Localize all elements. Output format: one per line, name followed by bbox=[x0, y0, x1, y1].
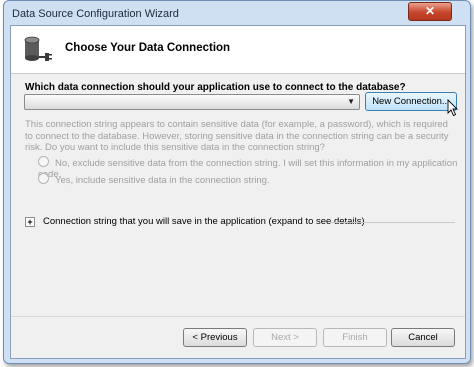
window-title: Data Source Configuration Wizard bbox=[12, 8, 179, 20]
plus-icon[interactable]: + bbox=[25, 217, 35, 227]
wizard-window: Data Source Configuration Wizard ✕ Choos… bbox=[3, 0, 471, 364]
expander-label: Connection string that you will save in … bbox=[43, 216, 365, 227]
cancel-button[interactable]: Cancel bbox=[391, 328, 455, 347]
new-connection-button[interactable]: New Connection... bbox=[365, 92, 457, 111]
data-connection-combobox[interactable]: ▼ bbox=[24, 94, 360, 110]
radio-button[interactable] bbox=[38, 173, 49, 184]
connection-question-label: Which data connection should your applic… bbox=[25, 82, 406, 93]
finish-button[interactable]: Finish bbox=[323, 328, 387, 347]
next-button[interactable]: Next > bbox=[253, 328, 317, 347]
title-bar: Data Source Configuration Wizard ✕ bbox=[4, 1, 470, 25]
page-title: Choose Your Data Connection bbox=[65, 42, 231, 54]
option-label: Yes, include sensitive data in the conne… bbox=[55, 175, 270, 186]
sensitive-data-description: This connection string appears to contai… bbox=[25, 119, 449, 153]
radio-button[interactable] bbox=[38, 156, 49, 167]
wizard-body: Choose Your Data Connection Which data c… bbox=[10, 25, 466, 359]
include-sensitive-option[interactable]: Yes, include sensitive data in the conne… bbox=[38, 173, 270, 186]
divider bbox=[331, 222, 455, 223]
close-button[interactable]: ✕ bbox=[408, 2, 452, 21]
database-plug-icon bbox=[24, 36, 52, 61]
divider bbox=[11, 316, 465, 317]
close-icon: ✕ bbox=[424, 4, 436, 18]
connection-string-expander[interactable]: + Connection string that you will save in… bbox=[25, 216, 365, 227]
previous-button[interactable]: < Previous bbox=[183, 328, 247, 347]
chevron-down-icon: ▼ bbox=[347, 97, 355, 106]
mouse-pointer-icon bbox=[447, 99, 459, 117]
wizard-header: Choose Your Data Connection bbox=[11, 26, 465, 74]
